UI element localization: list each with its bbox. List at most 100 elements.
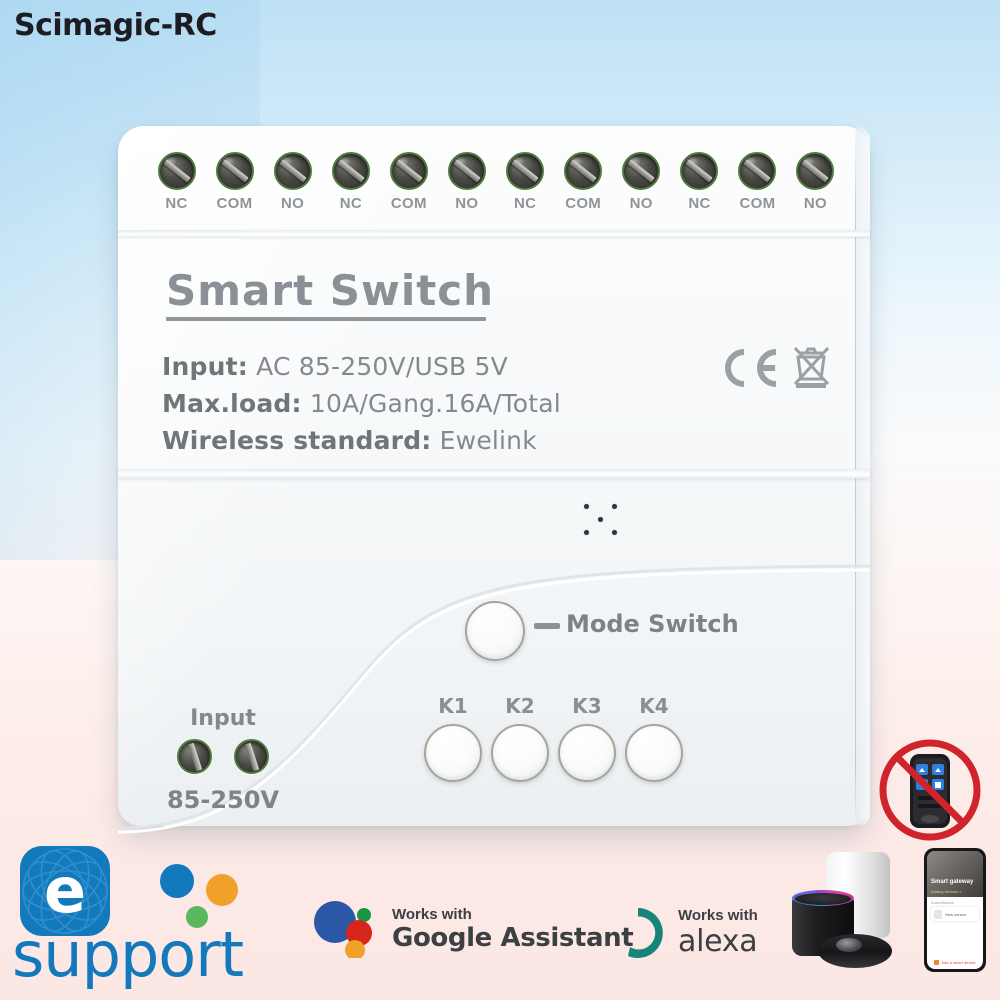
terminal-nc-3[interactable]: NC	[505, 152, 546, 230]
screw-terminal-icon[interactable]	[796, 152, 835, 190]
phone-card-text: New sensor	[945, 911, 967, 917]
screw-terminal-icon[interactable]	[273, 152, 312, 190]
ewelink-wordmark: support	[12, 918, 244, 991]
channel-button-k4[interactable]	[625, 724, 683, 782]
works-with-alexa-badge: Works with alexa	[610, 905, 758, 961]
screw-terminal-icon[interactable]	[680, 152, 719, 190]
works-with-label: Works with	[678, 907, 758, 924]
spec-label: Max.load:	[162, 389, 302, 418]
terminal-no-4[interactable]: NO	[795, 152, 836, 230]
terminal-label: COM	[390, 195, 427, 212]
ewelink-dot-blue	[160, 864, 194, 898]
brand-logo: Scimagic-RC	[14, 8, 217, 43]
power-input-block: Input 85-250V	[148, 706, 298, 814]
terminal-label: NC	[165, 195, 188, 212]
terminal-group-3: NC COM NO	[505, 152, 662, 230]
phone-screen: Smart gateway Adding devices > Auto/Manu…	[927, 851, 983, 969]
channel-button-k2-wrap: K2	[491, 694, 549, 782]
smartphone-mockup: Smart gateway Adding devices > Auto/Manu…	[924, 848, 986, 972]
phone-hero-subtitle: Adding devices >	[931, 889, 962, 894]
device-thumbnail-icon	[934, 909, 942, 919]
companion-devices-cluster: Smart gateway Adding devices > Auto/Manu…	[778, 846, 1000, 998]
alexa-ring-icon	[628, 908, 663, 958]
ewelink-dot-orange	[206, 874, 238, 906]
device-seam-upper	[118, 230, 870, 237]
phone-device-card[interactable]: New sensor	[931, 907, 979, 921]
terminal-no-1[interactable]: NO	[272, 152, 313, 230]
terminal-label: COM	[565, 195, 602, 212]
product-image-stage: Scimagic-RC NC COM NO NC COM NO NC COM N…	[0, 0, 1000, 1000]
screw-terminal-icon[interactable]	[157, 152, 196, 190]
screw-terminal-icon[interactable]	[331, 152, 370, 190]
phone-hero-banner: Smart gateway Adding devices >	[927, 851, 983, 897]
channel-button-k2[interactable]	[491, 724, 549, 782]
terminal-label: NC	[688, 195, 711, 212]
terminal-no-3[interactable]: NO	[621, 152, 662, 230]
screw-terminal-icon[interactable]	[447, 152, 486, 190]
spec-row-input: Input: AC 85-250V/USB 5V	[162, 352, 561, 381]
input-screw-terminal-icon[interactable]	[234, 739, 269, 774]
spec-value: AC 85-250V/USB 5V	[256, 352, 508, 381]
led-dot	[612, 530, 617, 535]
mode-switch-button[interactable]	[465, 601, 525, 661]
terminal-group-1: NC COM NO	[156, 152, 313, 230]
terminal-nc-4[interactable]: NC	[679, 152, 720, 230]
terminal-label: NO	[629, 195, 653, 212]
screw-terminal-icon[interactable]	[564, 152, 603, 190]
screw-terminal-icon[interactable]	[215, 152, 254, 190]
terminal-label: NC	[514, 195, 537, 212]
phone-section-label: Auto/Manual	[931, 900, 954, 905]
terminal-label: NO	[455, 195, 479, 212]
terminal-label: COM	[739, 195, 776, 212]
mode-switch-connector-dash	[534, 623, 560, 629]
mode-switch-label: Mode Switch	[566, 610, 739, 638]
terminal-label: NO	[803, 195, 828, 212]
relay-terminal-strip: NC COM NO NC COM NO NC COM NO NC COM NO	[156, 152, 836, 230]
spec-row-wireless: Wireless standard: Ewelink	[162, 426, 561, 455]
terminal-label: COM	[216, 195, 253, 212]
terminal-label: NC	[339, 195, 362, 212]
terminal-group-2: NC COM NO	[330, 152, 487, 230]
input-screw-terminal-icon[interactable]	[177, 739, 212, 774]
certification-marks	[718, 344, 838, 397]
product-title-block: Smart Switch	[166, 266, 494, 321]
screw-terminal-icon[interactable]	[389, 152, 428, 190]
terminal-group-4: NC COM NO	[679, 152, 836, 230]
smart-switch-device: NC COM NO NC COM NO NC COM NO NC COM NO …	[118, 126, 870, 834]
phone-footer-action[interactable]: Add a smart device	[927, 960, 983, 965]
spec-value: 10A/Gang.16A/Total	[309, 389, 561, 418]
terminal-com-2[interactable]: COM	[388, 152, 429, 230]
title-underline	[166, 317, 486, 321]
channel-label: K4	[639, 694, 669, 718]
screw-terminal-icon[interactable]	[738, 152, 777, 190]
spec-value: Ewelink	[439, 426, 537, 455]
terminal-com-1[interactable]: COM	[214, 152, 255, 230]
screw-terminal-icon[interactable]	[506, 152, 545, 190]
terminal-com-4[interactable]: COM	[737, 152, 778, 230]
weee-bar	[796, 383, 826, 388]
specification-list: Input: AC 85-250V/USB 5V Max.load: 10A/G…	[162, 352, 561, 463]
device-seam-middle	[118, 469, 870, 478]
led-dot	[612, 504, 617, 509]
terminal-no-2[interactable]: NO	[446, 152, 487, 230]
no-remote-included-icon	[876, 738, 984, 842]
input-label: Input	[190, 706, 256, 731]
channel-button-k4-wrap: K4	[625, 694, 683, 782]
terminal-com-3[interactable]: COM	[563, 152, 604, 230]
speaker-top-surface	[795, 893, 851, 905]
robot-vacuum-sensor	[836, 938, 862, 952]
alexa-name: alexa	[678, 924, 758, 959]
led-dot	[584, 504, 589, 509]
input-terminal-pair	[148, 739, 298, 774]
terminal-nc-1[interactable]: NC	[156, 152, 197, 230]
terminal-nc-2[interactable]: NC	[330, 152, 371, 230]
ewelink-support-badge: e support	[8, 846, 244, 991]
spec-label: Wireless standard:	[162, 426, 432, 455]
channel-button-k1[interactable]	[424, 724, 482, 782]
screw-terminal-icon[interactable]	[622, 152, 661, 190]
channel-button-k3[interactable]	[558, 724, 616, 782]
channel-label: K1	[438, 694, 468, 718]
spec-row-maxload: Max.load: 10A/Gang.16A/Total	[162, 389, 561, 418]
works-with-label: Works with	[392, 905, 472, 923]
channel-button-k1-wrap: K1	[424, 694, 482, 782]
